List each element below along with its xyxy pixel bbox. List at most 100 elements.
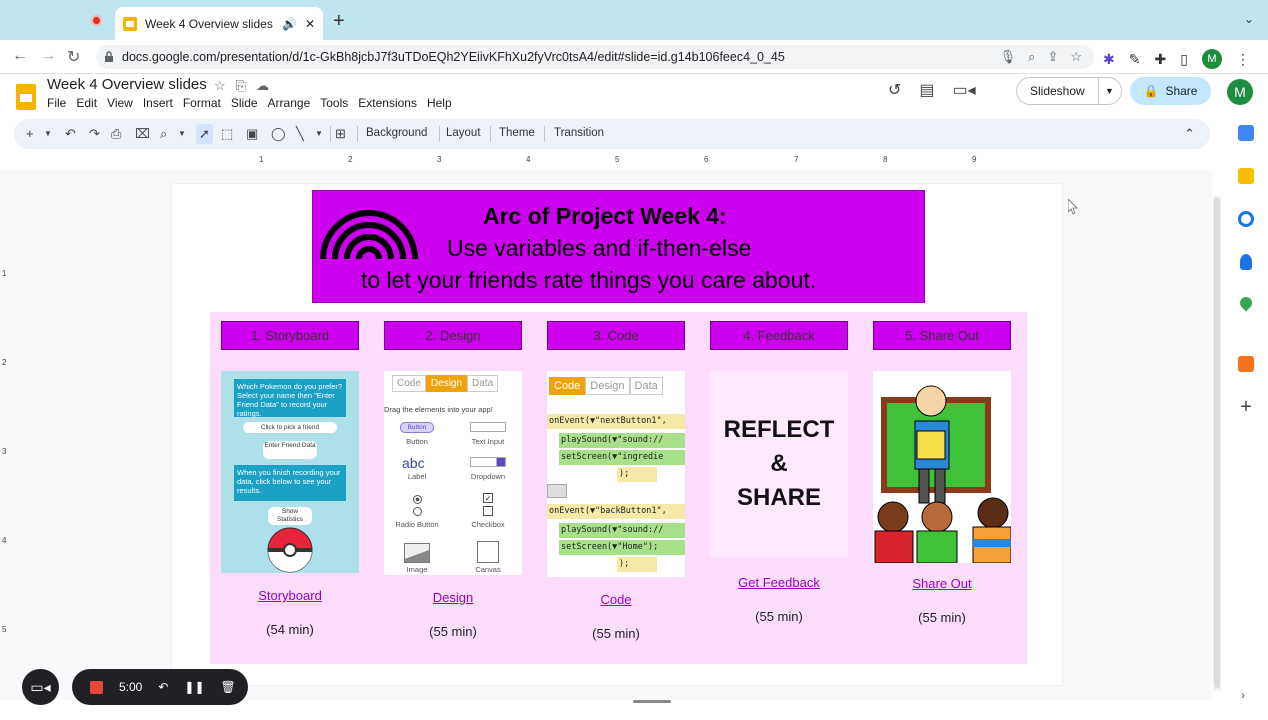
slides-favicon-icon [123, 16, 137, 31]
step-design-button[interactable]: 2. Design [384, 321, 522, 350]
slideshow-dropdown-icon[interactable]: ▼ [1099, 86, 1114, 96]
select-area-icon[interactable]: ⬚ [221, 126, 233, 142]
calendar-icon[interactable] [1238, 125, 1254, 141]
lock-icon[interactable] [104, 51, 114, 62]
tab-title: Week 4 Overview slides - G [145, 16, 274, 31]
side-panel-icon[interactable]: ▯ [1180, 51, 1188, 68]
zoom-icon[interactable]: ⌕ [160, 126, 167, 142]
maps-icon[interactable] [1237, 294, 1255, 312]
account-avatar[interactable]: M [1227, 79, 1253, 105]
move-folder-icon[interactable]: ⎘ [236, 78, 246, 94]
shape-icon[interactable]: ◯ [271, 126, 286, 142]
ruler-tick: 7 [794, 155, 799, 164]
vertical-scrollbar[interactable] [1213, 196, 1221, 691]
recorder-camera-button[interactable]: ▭◂ [22, 669, 59, 705]
image-icon[interactable]: ▣ [246, 126, 258, 142]
share-out-link[interactable]: Share Out [873, 576, 1011, 591]
version-history-icon[interactable]: ↺ [888, 80, 901, 100]
step-code-button[interactable]: 3. Code [547, 321, 685, 350]
close-tab-icon[interactable]: ✕ [305, 17, 315, 31]
comment-add-icon[interactable]: ⊞ [335, 126, 346, 142]
redo-icon[interactable]: ↷ [89, 126, 100, 142]
extensions-puzzle-icon[interactable]: ✚ [1154, 51, 1166, 68]
expand-panel-chevron-icon[interactable]: › [1241, 688, 1245, 702]
code-block: setScreen(▼"ingredie [559, 450, 685, 465]
step-shareout-button[interactable]: 5. Share Out [873, 321, 1011, 350]
slides-logo-icon[interactable] [16, 84, 36, 110]
menu-file[interactable]: File [47, 96, 66, 110]
undo-icon[interactable]: ↶ [65, 126, 76, 142]
reflect-share-image[interactable]: REFLECT & SHARE [710, 371, 848, 557]
get-feedback-link[interactable]: Get Feedback [710, 575, 848, 590]
tasks-icon[interactable] [1238, 211, 1254, 227]
code-image[interactable]: Code Design Data onEvent(▼"nextButton1",… [547, 371, 685, 577]
delete-recording-icon[interactable]: 🗑 [221, 680, 236, 694]
design-item-label: Dropdown [470, 472, 506, 481]
office-addon-icon[interactable] [1238, 356, 1254, 372]
menu-slide[interactable]: Slide [231, 96, 258, 110]
menu-tools[interactable]: Tools [320, 96, 348, 110]
browser-menu-icon[interactable]: ⋮ [1236, 51, 1250, 68]
tab-search-chevron-icon[interactable]: ⌄ [1244, 12, 1254, 26]
reload-icon[interactable]: ↻ [67, 47, 80, 67]
new-slide-icon[interactable]: + [26, 126, 34, 141]
select-cursor-icon[interactable]: ➚ [196, 124, 213, 144]
extension-color-icon[interactable]: ✱ [1103, 51, 1115, 68]
back-icon[interactable]: ← [12, 47, 28, 65]
share-button[interactable]: 🔒 Share [1130, 77, 1211, 105]
forward-icon[interactable]: → [40, 47, 56, 65]
menu-view[interactable]: View [107, 96, 133, 110]
zoom-icon[interactable]: ⌕ [1028, 49, 1035, 65]
cloud-status-icon[interactable]: ☁ [256, 78, 269, 94]
slideshow-button[interactable]: Slideshow ▼ [1016, 77, 1122, 105]
design-link[interactable]: Design [384, 590, 522, 605]
code-link[interactable]: Code [547, 592, 685, 607]
contacts-icon[interactable] [1240, 254, 1252, 270]
theme-button[interactable]: Theme [499, 127, 535, 139]
menu-edit[interactable]: Edit [76, 96, 97, 110]
browser-tab[interactable]: Week 4 Overview slides - G 🔊 ✕ [115, 7, 323, 40]
collapse-toolbar-icon[interactable]: ⌃ [1184, 126, 1195, 142]
add-addon-icon[interactable]: + [1238, 397, 1254, 417]
stop-recording-icon[interactable] [90, 680, 103, 694]
storyboard-link[interactable]: Storyboard [221, 588, 359, 603]
print-icon[interactable]: ⎙ [111, 126, 121, 142]
comments-icon[interactable]: ▤ [919, 80, 934, 100]
line-icon[interactable]: ╲ [296, 126, 304, 142]
profile-avatar[interactable]: M [1201, 49, 1222, 69]
audio-icon[interactable]: 🔊 [282, 17, 297, 31]
menu-format[interactable]: Format [183, 96, 221, 110]
bookmark-star-icon[interactable]: ☆ [1070, 49, 1082, 65]
new-slide-dropdown-icon[interactable]: ▼ [44, 129, 52, 138]
layout-button[interactable]: Layout [446, 127, 481, 139]
menu-help[interactable]: Help [427, 96, 452, 110]
eyedropper-icon[interactable]: ✎ [1129, 51, 1141, 68]
meet-camera-icon[interactable]: ▭◂ [953, 80, 976, 100]
keep-icon[interactable] [1238, 168, 1254, 184]
background-button[interactable]: Background [366, 127, 427, 139]
star-icon[interactable]: ☆ [214, 78, 226, 94]
menu-extensions[interactable]: Extensions [358, 96, 417, 110]
zoom-dropdown-icon[interactable]: ▼ [178, 129, 186, 138]
ruler-tick: 1 [259, 155, 264, 164]
document-title[interactable]: Week 4 Overview slides [47, 76, 207, 93]
new-tab-icon[interactable]: + [333, 10, 345, 33]
design-item-label: Button [406, 437, 428, 446]
design-image[interactable]: Code Design Data Drag the elements into … [384, 371, 522, 575]
step-feedback-button[interactable]: 4. Feedback [710, 321, 848, 350]
menu-arrange[interactable]: Arrange [268, 96, 311, 110]
step-storyboard-button[interactable]: 1. Storyboard [221, 321, 359, 350]
restart-recording-icon[interactable]: ↶ [158, 680, 168, 694]
filmstrip-handle[interactable] [633, 700, 671, 703]
menu-insert[interactable]: Insert [143, 96, 173, 110]
line-dropdown-icon[interactable]: ▼ [315, 129, 323, 138]
share-out-image[interactable] [873, 371, 1011, 563]
paint-format-icon[interactable]: ⌧ [135, 126, 150, 142]
slide-title-banner[interactable]: Arc of Project Week 4: Use variables and… [312, 190, 925, 303]
url-field[interactable]: docs.google.com/presentation/d/1c-GkBh8j… [96, 45, 1094, 69]
pause-recording-icon[interactable]: ❚❚ [184, 680, 204, 694]
transition-button[interactable]: Transition [554, 127, 604, 139]
mic-icon[interactable]: 🎙 [1000, 49, 1017, 65]
storyboard-image[interactable]: Which Pokemon do you prefer? Select your… [221, 371, 359, 573]
share-page-icon[interactable]: ⇪ [1047, 49, 1058, 65]
